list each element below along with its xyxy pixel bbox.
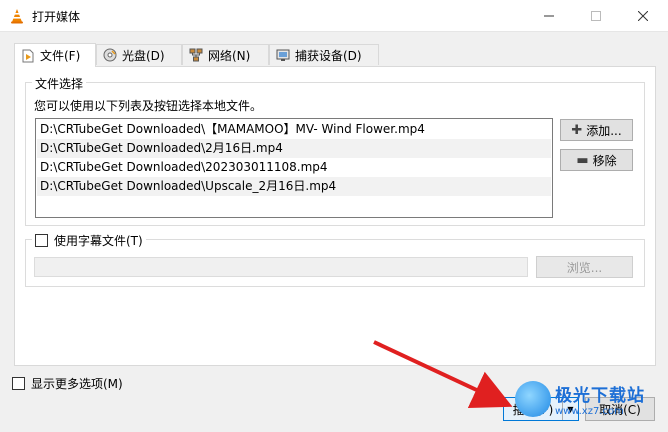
tab-file[interactable]: 文件(F): [14, 43, 96, 67]
red-arrow-annotation: [373, 340, 513, 408]
tab-file-label: 文件(F): [40, 49, 81, 63]
open-media-dialog: 打开媒体 文件(F) 光盘(D) 网络(N) 捕获设备(D) 文件选择 您可以使…: [0, 0, 668, 432]
file-icon: [22, 49, 34, 62]
